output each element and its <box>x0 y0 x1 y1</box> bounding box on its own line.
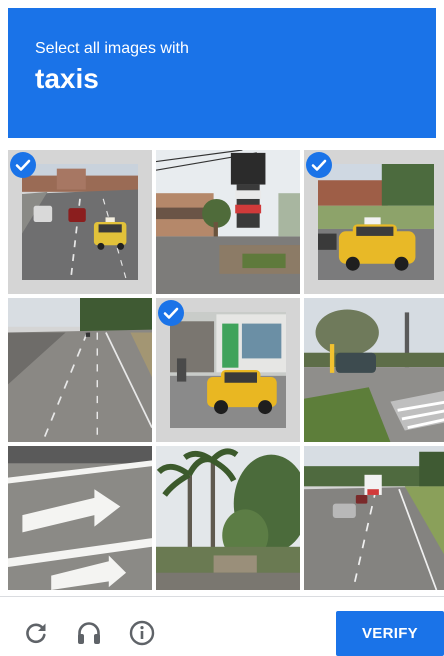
tile-image <box>304 446 444 590</box>
challenge-target: taxis <box>35 63 99 94</box>
reload-icon[interactable] <box>22 619 50 647</box>
info-icon[interactable] <box>128 619 156 647</box>
tile-image <box>304 298 444 442</box>
tile-image <box>318 164 434 280</box>
tile-image <box>156 446 300 590</box>
image-tile-2[interactable] <box>156 150 300 294</box>
image-tile-8[interactable] <box>156 446 300 590</box>
selected-check-icon <box>306 152 332 178</box>
tile-image <box>156 150 300 294</box>
tile-image <box>8 446 152 590</box>
image-tile-7[interactable] <box>8 446 152 590</box>
verify-button[interactable]: VERIFY <box>336 611 444 656</box>
image-tile-3[interactable] <box>304 150 444 294</box>
image-grid <box>8 150 444 594</box>
headphones-icon[interactable] <box>75 619 103 647</box>
tile-image <box>8 298 152 442</box>
selected-check-icon <box>158 300 184 326</box>
tile-image <box>22 164 138 280</box>
image-tile-1[interactable] <box>8 150 152 294</box>
selected-check-icon <box>10 152 36 178</box>
recaptcha-challenge: Select all images with taxis VERIFY <box>0 0 444 656</box>
image-tile-9[interactable] <box>304 446 444 590</box>
image-tile-4[interactable] <box>8 298 152 442</box>
footer-divider <box>0 596 444 597</box>
challenge-header: Select all images with taxis <box>8 8 436 138</box>
image-tile-5[interactable] <box>156 298 300 442</box>
image-tile-6[interactable] <box>304 298 444 442</box>
tile-image <box>170 312 286 428</box>
challenge-instruction: Select all images with <box>35 40 189 57</box>
